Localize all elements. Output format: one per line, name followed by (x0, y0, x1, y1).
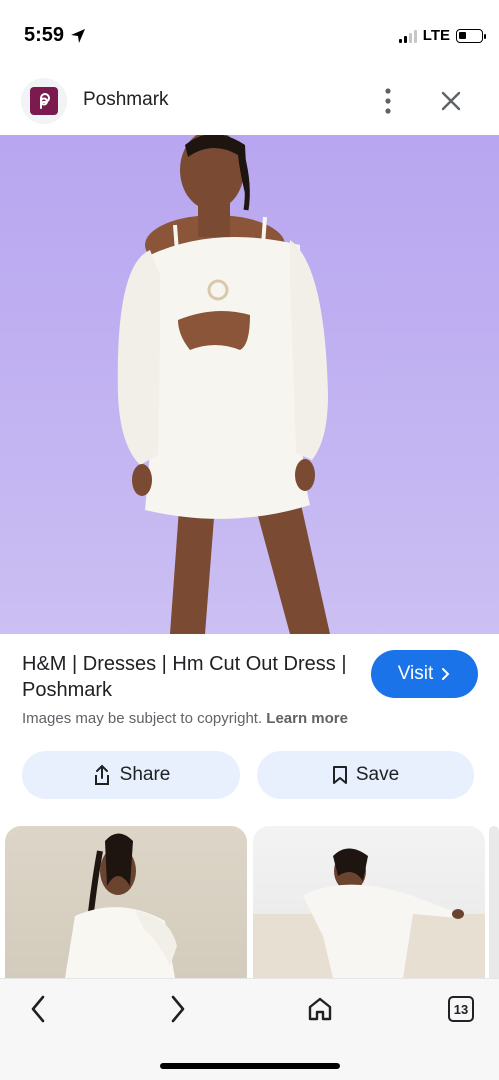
learn-more-link[interactable]: Learn more (266, 710, 348, 727)
status-bar: 5:59 LTE (0, 0, 499, 72)
visit-button[interactable]: Visit (371, 650, 478, 698)
site-header: Poshmark (0, 72, 499, 134)
related-image-1[interactable] (5, 826, 247, 978)
tabs-icon: 13 (448, 996, 474, 1022)
model-in-white-dress-image (117, 135, 330, 634)
related-image-3[interactable] (489, 826, 499, 978)
forward-button[interactable] (156, 989, 200, 1029)
close-button[interactable] (436, 86, 466, 116)
battery-icon (456, 28, 486, 43)
location-arrow-icon (71, 28, 86, 43)
poshmark-logo-icon (30, 87, 58, 115)
related-image-2[interactable] (253, 826, 485, 978)
save-button[interactable]: Save (257, 751, 474, 799)
home-icon (308, 997, 332, 1021)
forward-icon (171, 995, 185, 1023)
site-logo[interactable] (21, 78, 67, 124)
tabs-button[interactable]: 13 (439, 989, 483, 1029)
share-label: Share (119, 764, 171, 785)
product-image[interactable] (0, 135, 499, 634)
share-button[interactable]: Share (22, 751, 240, 799)
related-image-1-picture (65, 833, 177, 978)
visit-label: Visit (397, 663, 434, 684)
site-name[interactable]: Poshmark (83, 89, 169, 111)
home-indicator (160, 1063, 340, 1069)
back-icon (31, 995, 45, 1023)
copyright-notice: Images may be subject to copyright. Lear… (22, 710, 348, 727)
result-title[interactable]: H&M | Dresses | Hm Cut Out Dress | Poshm… (22, 651, 352, 703)
signal-icon (398, 29, 417, 43)
tab-count: 13 (453, 1001, 469, 1017)
status-time: 5:59 (24, 24, 86, 47)
network-type: LTE (422, 27, 450, 44)
status-time-text: 5:59 (24, 24, 65, 46)
related-image-2-picture (253, 848, 485, 978)
bookmark-icon (332, 766, 347, 784)
close-icon (441, 91, 461, 111)
more-vert-icon (385, 88, 391, 114)
status-indicators: LTE (398, 27, 486, 44)
chevron-right-icon (442, 668, 450, 680)
copyright-text: Images may be subject to copyright. (22, 710, 263, 727)
save-label: Save (355, 764, 400, 785)
home-button[interactable] (298, 989, 342, 1029)
back-button[interactable] (16, 989, 60, 1029)
more-options-button[interactable] (374, 84, 402, 118)
share-icon (94, 764, 109, 785)
